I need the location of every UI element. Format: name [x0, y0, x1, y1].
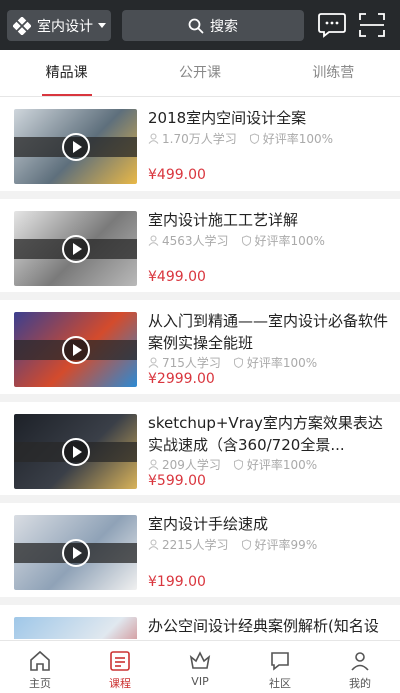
learners-icon — [148, 357, 159, 368]
course-tabs: 精品课 公开课 训练营 — [0, 50, 400, 97]
chevron-down-icon — [98, 23, 106, 28]
learner-count: 715人学习 — [162, 356, 221, 370]
course-item[interactable]: 办公空间设计经典案例解析(知名设计师案例) — [0, 605, 400, 640]
learner-count: 1.70万人学习 — [162, 132, 237, 146]
rating-badge-icon — [233, 458, 244, 470]
rating-text: 好评率100% — [246, 356, 318, 370]
course-meta: 4563人学习 好评率100% — [148, 232, 325, 249]
course-price: ¥499.00 — [148, 167, 206, 183]
vip-crown-icon — [189, 651, 211, 669]
learner-count: 2215人学习 — [162, 538, 229, 552]
rating-badge-icon — [241, 234, 252, 246]
course-title[interactable]: 室内设计施工工艺详解 — [148, 209, 388, 231]
nav-courses[interactable]: 课程 — [80, 641, 160, 693]
tab-public[interactable]: 公开课 — [133, 50, 266, 96]
scan-icon[interactable] — [357, 11, 387, 39]
play-icon — [62, 234, 90, 263]
course-price: ¥499.00 — [148, 268, 206, 285]
course-title[interactable]: 从入门到精通——室内设计必备软件案例实操全能班 — [148, 310, 388, 354]
course-item[interactable]: 2018室内空间设计全案 1.70万人学习 好评率100% ¥499.00 — [0, 97, 400, 199]
home-icon — [30, 650, 50, 671]
course-item[interactable]: 从入门到精通——室内设计必备软件案例实操全能班 715人学习 好评率100% ¥… — [0, 300, 400, 402]
search-bar[interactable]: 搜索 — [122, 10, 304, 41]
course-thumbnail[interactable] — [14, 413, 137, 489]
course-meta: 209人学习 好评率100% — [148, 456, 317, 473]
play-icon — [62, 133, 90, 161]
nav-label: 课程 — [109, 677, 131, 690]
course-price: ¥199.00 — [148, 574, 206, 590]
play-icon — [62, 437, 90, 466]
play-icon — [62, 539, 90, 567]
course-icon — [110, 651, 130, 671]
course-price: ¥599.00 — [148, 472, 206, 489]
learners-icon — [148, 539, 159, 550]
community-icon — [271, 652, 289, 671]
category-selector[interactable]: 室内设计 — [7, 10, 111, 41]
search-label: 搜索 — [210, 18, 238, 35]
profile-icon — [351, 652, 369, 671]
learner-count: 4563人学习 — [162, 233, 229, 248]
bottom-nav: 主页 课程 VIP 社区 我的 — [0, 640, 400, 693]
learners-icon — [148, 235, 159, 246]
course-title[interactable]: 办公空间设计经典案例解析(知名设计师案例) — [148, 615, 388, 640]
nav-community[interactable]: 社区 — [240, 641, 320, 693]
course-title[interactable]: 2018室内空间设计全案 — [148, 107, 388, 129]
course-item[interactable]: sketchup+Vray室内方案效果表达实战速成（含360/720全景... … — [0, 402, 400, 503]
nav-label: 主页 — [29, 677, 51, 690]
play-icon — [62, 336, 90, 364]
course-meta: 1.70万人学习 好评率100% — [148, 130, 333, 147]
tab-bootcamp[interactable]: 训练营 — [267, 50, 400, 96]
course-thumbnail[interactable] — [14, 312, 137, 387]
message-icon[interactable] — [317, 11, 347, 39]
rating-text: 好评率100% — [254, 233, 325, 248]
rating-text: 好评率100% — [262, 132, 334, 146]
course-thumbnail[interactable] — [14, 109, 137, 184]
nav-label: VIP — [191, 675, 209, 688]
top-bar: 室内设计 搜索 — [0, 0, 400, 50]
course-price: ¥2999.00 — [148, 371, 215, 387]
course-meta: 2215人学习 好评率99% — [148, 536, 317, 553]
course-item[interactable]: 室内设计施工工艺详解 4563人学习 好评率100% ¥499.00 — [0, 199, 400, 300]
search-icon — [188, 18, 204, 33]
course-title[interactable]: sketchup+Vray室内方案效果表达实战速成（含360/720全景... — [148, 412, 388, 456]
course-thumbnail[interactable] — [14, 210, 137, 286]
course-thumbnail[interactable] — [14, 616, 137, 639]
learner-count: 209人学习 — [162, 457, 221, 472]
rating-text: 好评率99% — [254, 538, 318, 552]
learners-icon — [148, 459, 159, 470]
rating-text: 好评率100% — [246, 457, 318, 472]
nav-profile[interactable]: 我的 — [320, 641, 400, 693]
course-thumbnail[interactable] — [14, 515, 137, 590]
course-meta: 715人学习 好评率100% — [148, 354, 317, 371]
course-list: 2018室内空间设计全案 1.70万人学习 好评率100% ¥499.00 室内… — [0, 97, 400, 639]
nav-home[interactable]: 主页 — [0, 641, 80, 693]
course-title[interactable]: 室内设计手绘速成 — [148, 513, 388, 535]
category-diamond-icon — [13, 16, 31, 35]
tab-premium[interactable]: 精品课 — [0, 50, 133, 96]
category-label: 室内设计 — [37, 18, 93, 35]
course-item[interactable]: 室内设计手绘速成 2215人学习 好评率99% ¥199.00 — [0, 503, 400, 605]
rating-badge-icon — [233, 357, 244, 369]
learners-icon — [148, 133, 159, 144]
rating-badge-icon — [249, 133, 260, 145]
rating-badge-icon — [241, 539, 252, 551]
nav-label: 社区 — [269, 677, 291, 690]
nav-vip[interactable]: VIP — [160, 641, 240, 693]
nav-label: 我的 — [349, 677, 371, 690]
